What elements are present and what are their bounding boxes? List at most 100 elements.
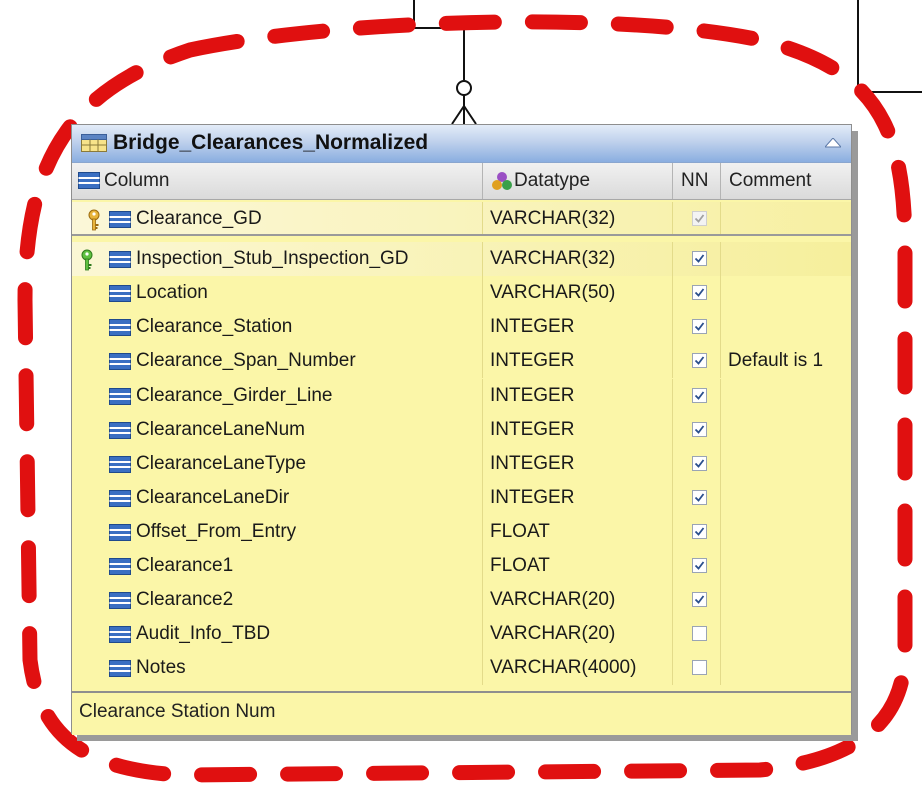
column-row[interactable]: Inspection_Stub_Inspection_GD VARCHAR(32…	[72, 242, 851, 276]
column-name: Clearance2	[136, 589, 234, 610]
cell-divider	[482, 202, 483, 236]
column-icon	[109, 251, 131, 268]
cell-divider	[720, 617, 721, 651]
column-name: ClearanceLaneDir	[136, 487, 290, 508]
column-header-row: Column Datatype NN Comment	[72, 163, 851, 200]
column-row[interactable]: Clearance_GD VARCHAR(32)	[72, 202, 851, 236]
cell-divider	[482, 344, 483, 378]
column-row[interactable]: Notes VARCHAR(4000)	[72, 651, 851, 685]
nn-checkbox[interactable]	[692, 558, 707, 573]
nn-checkbox[interactable]	[692, 319, 707, 334]
nn-checkbox[interactable]	[692, 353, 707, 368]
column-icon	[109, 422, 131, 439]
cell-divider	[672, 242, 673, 276]
cell-divider	[720, 413, 721, 447]
cell-divider	[482, 515, 483, 549]
header-nn[interactable]: NN	[672, 163, 720, 199]
column-row[interactable]: Location VARCHAR(50)	[72, 276, 851, 310]
collapse-arrow-icon[interactable]	[825, 138, 841, 148]
status-text: Clearance Station Num	[79, 701, 276, 722]
cell-divider	[672, 481, 673, 515]
header-comment[interactable]: Comment	[720, 163, 851, 199]
column-row[interactable]: ClearanceLaneDir INTEGER	[72, 481, 851, 515]
nn-checkbox[interactable]	[692, 626, 707, 641]
header-datatype-label: Datatype	[514, 170, 591, 191]
column-row[interactable]: Clearance_Span_Number INTEGER Default is…	[72, 344, 851, 378]
checkmark-icon	[694, 391, 705, 400]
table-icon	[81, 134, 107, 152]
cell-divider	[482, 379, 483, 413]
header-comment-label: Comment	[729, 170, 812, 191]
column-row[interactable]: Clearance1 FLOAT	[72, 549, 851, 583]
column-row[interactable]: Audit_Info_TBD VARCHAR(20)	[72, 617, 851, 651]
column-row[interactable]: Offset_From_Entry FLOAT	[72, 515, 851, 549]
column-name: Clearance_Span_Number	[136, 350, 356, 371]
column-icon	[109, 211, 131, 228]
cell-divider	[672, 310, 673, 344]
nn-checkbox[interactable]	[692, 456, 707, 471]
column-row[interactable]: ClearanceLaneNum INTEGER	[72, 413, 851, 447]
cell-divider	[720, 651, 721, 685]
header-datatype[interactable]: Datatype	[482, 163, 672, 199]
nn-checkbox[interactable]	[692, 490, 707, 505]
cell-divider	[482, 447, 483, 481]
column-name: Clearance1	[136, 555, 234, 576]
nn-checkbox[interactable]	[692, 285, 707, 300]
cell-divider	[482, 651, 483, 685]
column-row[interactable]: ClearanceLaneType INTEGER	[72, 447, 851, 481]
column-row[interactable]: Clearance_Girder_Line INTEGER	[72, 379, 851, 413]
checkmark-icon	[694, 356, 705, 365]
cell-divider	[482, 242, 483, 276]
cell-divider	[672, 583, 673, 617]
column-name: Clearance_GD	[136, 208, 262, 229]
column-datatype: INTEGER	[490, 350, 575, 371]
entity-table[interactable]: Bridge_Clearances_Normalized Column Data…	[71, 124, 852, 735]
cell-divider	[720, 549, 721, 583]
nn-checkbox[interactable]	[692, 524, 707, 539]
cell-divider	[482, 617, 483, 651]
column-datatype: FLOAT	[490, 555, 550, 576]
cell-divider	[720, 515, 721, 549]
cell-divider	[720, 583, 721, 617]
cell-divider	[720, 379, 721, 413]
checkmark-icon	[694, 595, 705, 604]
entity-title-bar[interactable]: Bridge_Clearances_Normalized	[72, 125, 851, 163]
datatype-icon	[492, 172, 512, 190]
column-datatype: VARCHAR(32)	[490, 208, 616, 229]
checkmark-icon	[694, 527, 705, 536]
column-name: Offset_From_Entry	[136, 521, 297, 542]
column-comment: Default is 1	[728, 350, 824, 371]
cell-divider	[720, 447, 721, 481]
checkmark-icon	[694, 254, 705, 263]
column-datatype: INTEGER	[490, 385, 575, 406]
nn-checkbox[interactable]	[692, 422, 707, 437]
cell-divider	[720, 242, 721, 276]
column-datatype: VARCHAR(20)	[490, 623, 616, 644]
cell-divider	[672, 202, 673, 236]
column-row[interactable]: Clearance_Station INTEGER	[72, 310, 851, 344]
column-icon	[109, 626, 131, 643]
column-icon	[109, 660, 131, 677]
column-datatype: INTEGER	[490, 487, 575, 508]
column-icon	[109, 353, 131, 370]
cell-divider	[672, 276, 673, 310]
nn-checkbox[interactable]	[692, 592, 707, 607]
primary-key-icon	[88, 209, 100, 231]
cell-divider	[672, 447, 673, 481]
nn-checkbox[interactable]	[692, 660, 707, 675]
primary-key-divider	[72, 234, 851, 236]
cell-divider	[482, 583, 483, 617]
nn-checkbox[interactable]	[692, 211, 707, 226]
cell-divider	[720, 344, 721, 378]
column-icon	[78, 172, 100, 189]
header-column[interactable]: Column	[72, 163, 482, 199]
nn-checkbox[interactable]	[692, 388, 707, 403]
foreign-key-icon	[81, 249, 93, 271]
column-name: Inspection_Stub_Inspection_GD	[136, 248, 409, 269]
column-name: Location	[136, 282, 208, 303]
nn-checkbox[interactable]	[692, 251, 707, 266]
column-row[interactable]: Clearance2 VARCHAR(20)	[72, 583, 851, 617]
checkmark-icon	[694, 493, 705, 502]
column-icon	[109, 285, 131, 302]
column-name: Audit_Info_TBD	[136, 623, 271, 644]
